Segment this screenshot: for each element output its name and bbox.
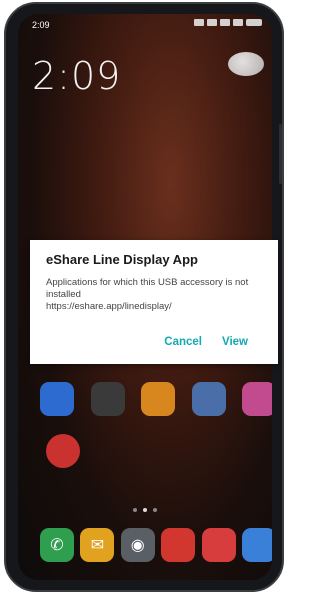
view-button[interactable]: View [222, 336, 248, 348]
signal-icon [194, 19, 204, 26]
page-indicator [18, 508, 272, 512]
dock: ✆ ✉ ◉ [40, 528, 272, 562]
wifi-icon [207, 19, 217, 26]
lock-clock: 2:09 [32, 54, 122, 98]
app-row [40, 382, 272, 416]
status-icons [194, 19, 262, 26]
page-dot [143, 508, 147, 512]
app-icon[interactable] [161, 528, 196, 562]
dialog-actions: Cancel View [164, 336, 248, 348]
dialog-title: eShare Line Display App [46, 252, 198, 267]
app-icon[interactable] [242, 382, 272, 416]
side-button [279, 124, 282, 184]
dialog-message: Applications for which this USB accessor… [46, 277, 249, 300]
signal-icon [220, 19, 230, 26]
cancel-button[interactable]: Cancel [164, 336, 202, 348]
app-icon[interactable] [46, 434, 80, 468]
status-time: 2:09 [32, 20, 50, 30]
app-icon[interactable] [201, 528, 236, 562]
app-icon[interactable] [241, 528, 272, 562]
battery-icon [246, 19, 262, 26]
app-icon[interactable] [40, 382, 74, 416]
dialog-url: https://eshare.app/linedisplay/ [46, 301, 172, 312]
app-icon[interactable] [90, 382, 125, 416]
page-dot [133, 508, 137, 512]
app-icon[interactable] [191, 382, 226, 416]
usb-accessory-dialog: eShare Line Display App Applications for… [30, 240, 278, 364]
camera-icon[interactable]: ◉ [120, 528, 155, 562]
signal-icon [233, 19, 243, 26]
weather-icon [228, 52, 264, 76]
status-bar: 2:09 [18, 14, 272, 36]
phone-icon[interactable]: ✆ [40, 528, 74, 562]
page-dot [153, 508, 157, 512]
messages-icon[interactable]: ✉ [80, 528, 115, 562]
app-icon[interactable] [141, 382, 175, 416]
